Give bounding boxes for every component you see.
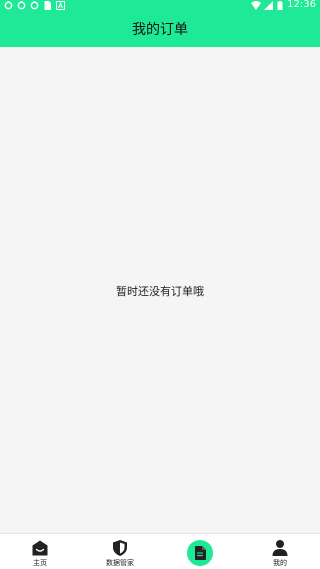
orders-list-area: 暂时还没有订单哦 xyxy=(0,47,320,533)
status-time: 12:36 xyxy=(287,0,316,10)
status-bar: 12:36 xyxy=(0,0,320,10)
page-title: 我的订单 xyxy=(132,21,188,38)
battery-icon xyxy=(277,0,283,10)
nav-item-home[interactable]: 主页 xyxy=(0,534,80,569)
sync-icon xyxy=(17,0,26,10)
nav-label-home: 主页 xyxy=(33,559,47,567)
nav-label-data-manager: 数据管家 xyxy=(106,559,134,567)
wifi-icon xyxy=(251,0,262,10)
app-header: 我的订单 xyxy=(0,10,320,47)
sim-card-icon xyxy=(43,0,52,10)
nav-item-data-manager[interactable]: 数据管家 xyxy=(80,534,160,569)
home-icon xyxy=(32,540,48,556)
signal-icon xyxy=(264,0,274,10)
a-notification-icon xyxy=(56,0,65,10)
sync-icon xyxy=(30,0,39,10)
person-icon xyxy=(272,540,288,556)
nav-label-mine: 我的 xyxy=(273,559,287,567)
shield-icon xyxy=(113,540,127,556)
active-tab-circle xyxy=(187,540,213,566)
status-left-icons xyxy=(4,0,65,10)
document-icon xyxy=(195,546,206,560)
nav-item-mine[interactable]: 我的 xyxy=(240,534,320,569)
sync-icon xyxy=(4,0,13,10)
status-right-icons: 12:36 xyxy=(251,0,316,10)
nav-item-orders[interactable] xyxy=(160,534,240,569)
bottom-nav: 主页 数据管家 我的 xyxy=(0,533,320,569)
empty-orders-message: 暂时还没有订单哦 xyxy=(116,285,204,298)
